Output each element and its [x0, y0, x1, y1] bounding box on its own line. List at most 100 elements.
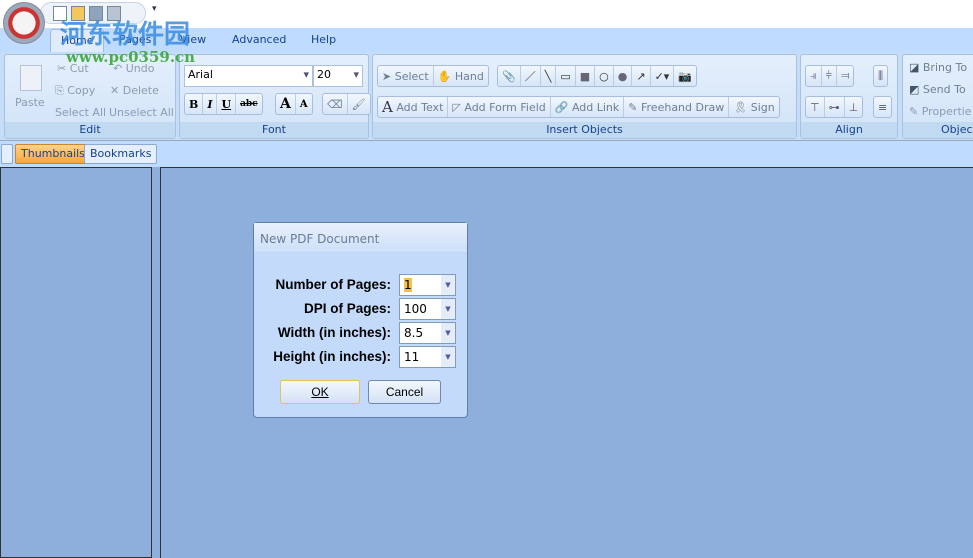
send-back-icon: ◩ — [909, 83, 923, 96]
tab-advanced[interactable]: Advanced — [232, 33, 286, 46]
bold-button[interactable]: B — [185, 94, 204, 114]
align-center-icon[interactable]: ⫩ — [822, 66, 837, 86]
add-text-button[interactable]: A Add Text — [378, 97, 449, 117]
ok-button[interactable]: OK — [280, 380, 360, 404]
hand-tool[interactable]: ✋ Hand — [434, 66, 488, 86]
font-group-label: Font — [180, 122, 368, 138]
properties-button[interactable]: ✎ Propertie — [909, 105, 972, 118]
copy-label: Copy — [67, 84, 96, 97]
dialog-title: New PDF Document — [254, 223, 467, 251]
chevron-down-icon[interactable]: ▼ — [441, 275, 455, 295]
delete-x-icon: ✕ — [110, 84, 123, 97]
delete-button[interactable]: ✕ Delete — [110, 84, 159, 97]
width-label: Width (in inches): — [277, 325, 391, 340]
bring-to-front-button[interactable]: ◪ Bring To — [909, 61, 967, 74]
add-link-label: Add Link — [571, 100, 620, 114]
camera-icon[interactable]: 📷 — [674, 66, 696, 86]
brush-icon[interactable]: 🖌 — [348, 94, 370, 114]
shrink-font-button[interactable]: A — [296, 94, 312, 114]
number-of-pages-label: Number of Pages: — [275, 277, 391, 292]
send-to-back-button[interactable]: ◩ Send To — [909, 83, 966, 96]
align-top-icon[interactable]: ⊤ — [806, 97, 825, 117]
sign-button[interactable]: 🎗 Sign — [729, 97, 778, 117]
eraser-icon[interactable]: ⌫ — [323, 94, 348, 114]
filled-rectangle-icon[interactable]: ■ — [576, 66, 596, 86]
tab-bookmarks[interactable]: Bookmarks — [84, 144, 158, 164]
copy-button[interactable]: ⎘ Copy — [55, 84, 95, 98]
width-combo[interactable]: 8.5 ▼ — [399, 322, 456, 344]
line-icon[interactable]: ╲ — [541, 66, 557, 86]
tool-buttons: ➤ Select ✋ Hand — [377, 65, 489, 87]
height-row: Height (in inches): 11 ▼ — [254, 346, 467, 368]
unselect-all-button[interactable]: Unselect All — [109, 106, 174, 119]
chevron-down-icon[interactable]: ▼ — [441, 323, 455, 343]
align-group-label: Align — [801, 122, 897, 138]
distribute-icon: ⫼ — [878, 69, 884, 82]
highlighter-icon[interactable]: ／ — [521, 66, 541, 86]
customize-qat-icon[interactable]: ▾ — [152, 4, 157, 14]
strikethrough-button[interactable]: abc — [236, 94, 262, 114]
italic-button[interactable]: I — [203, 94, 218, 114]
paste-icon — [20, 65, 42, 91]
align-group: ⫣ ⫩ ⫤ ⫼ ⊤ ⊶ ⊥ ≡ Align — [800, 54, 898, 139]
tab-thumbnails[interactable]: Thumbnails — [15, 144, 91, 164]
select-all-button[interactable]: Select All — [55, 106, 106, 119]
font-size-buttons: AA — [275, 93, 313, 115]
font-group: Arial ▾ 20 ▾ B I Uabc AA ⌫ 🖌 Font — [179, 54, 371, 139]
distribute-vertical-icon: ≡ — [878, 100, 888, 114]
freehand-draw-button[interactable]: ✎ Freehand Draw — [624, 97, 730, 117]
width-row: Width (in inches): 8.5 ▼ — [254, 322, 467, 344]
watermark-url: www.pc0359.cn — [66, 48, 196, 66]
dpi-value: 100 — [404, 302, 427, 316]
app-logo[interactable] — [3, 2, 45, 44]
send-label: Send To — [922, 83, 966, 96]
sign-label: Sign — [750, 100, 775, 114]
panel-tab-bar: Thumbnails Bookmarks — [0, 141, 973, 167]
insert-objects-group-label: Insert Objects — [373, 122, 796, 138]
align-right-icon[interactable]: ⫤ — [837, 66, 853, 86]
height-combo[interactable]: 11 ▼ — [399, 346, 456, 368]
select-tool[interactable]: ➤ Select — [378, 66, 434, 86]
chevron-down-icon[interactable]: ▼ — [441, 299, 455, 319]
properties-label: Propertie — [921, 105, 972, 118]
distribute-vertical-button[interactable]: ≡ — [873, 96, 893, 118]
align-middle-icon[interactable]: ⊶ — [825, 97, 845, 117]
edit-group-label: Edit — [5, 122, 175, 138]
underline-button[interactable]: U — [217, 94, 237, 114]
distribute-horizontal-button[interactable]: ⫼ — [873, 65, 889, 87]
paste-button[interactable]: Paste — [15, 96, 45, 109]
font-name-value: Arial — [188, 68, 213, 81]
number-of-pages-combo[interactable]: 1 ▼ — [399, 274, 456, 296]
number-of-pages-value: 1 — [404, 278, 412, 292]
tab-help[interactable]: Help — [311, 33, 336, 46]
height-value: 11 — [404, 350, 420, 364]
arrow-icon[interactable]: ↗ — [632, 66, 651, 86]
font-name-select[interactable]: Arial ▾ — [184, 65, 313, 87]
dpi-combo[interactable]: 100 ▼ — [399, 298, 456, 320]
add-text-label: Add Text — [396, 100, 444, 114]
dpi-row: DPI of Pages: 100 ▼ — [254, 298, 467, 320]
edit-group: Paste ✂ Cut ⎘ Copy ↶ Undo ✕ Delete Selec… — [4, 54, 176, 139]
chevron-down-icon[interactable]: ▼ — [441, 347, 455, 367]
cancel-button[interactable]: Cancel — [368, 380, 441, 404]
align-left-icon[interactable]: ⫣ — [806, 66, 822, 86]
grow-font-button[interactable]: A — [276, 94, 296, 114]
bring-label: Bring To — [922, 61, 968, 74]
width-value: 8.5 — [404, 326, 424, 340]
checkmark-icon[interactable]: ✓▾ — [651, 66, 675, 86]
object-group-label: Object — [903, 122, 973, 138]
add-form-field-button[interactable]: ◸ Add Form Field — [448, 97, 551, 117]
ellipse-icon[interactable]: ○ — [595, 66, 614, 86]
font-size-select[interactable]: 20 ▾ — [313, 65, 363, 87]
filled-ellipse-icon[interactable]: ● — [614, 66, 633, 86]
bring-front-icon: ◪ — [909, 61, 923, 74]
align-bottom-icon[interactable]: ⊥ — [845, 97, 863, 117]
attach-icon[interactable]: 📎 — [498, 66, 521, 86]
rectangle-icon[interactable]: ▭ — [556, 66, 576, 86]
properties-icon: ✎ — [909, 105, 922, 118]
add-link-button[interactable]: 🔗 Add Link — [551, 97, 625, 117]
freehand-draw-label: Freehand Draw — [641, 100, 725, 114]
watermark-title: 河东软件园 — [60, 20, 191, 50]
insert-objects-group: ➤ Select ✋ Hand 📎 ／ ╲ ▭ ■ ○ ● ↗ ✓▾ 📷 A Add Text ◸… — [372, 54, 797, 139]
panel-toggle[interactable] — [1, 144, 13, 164]
